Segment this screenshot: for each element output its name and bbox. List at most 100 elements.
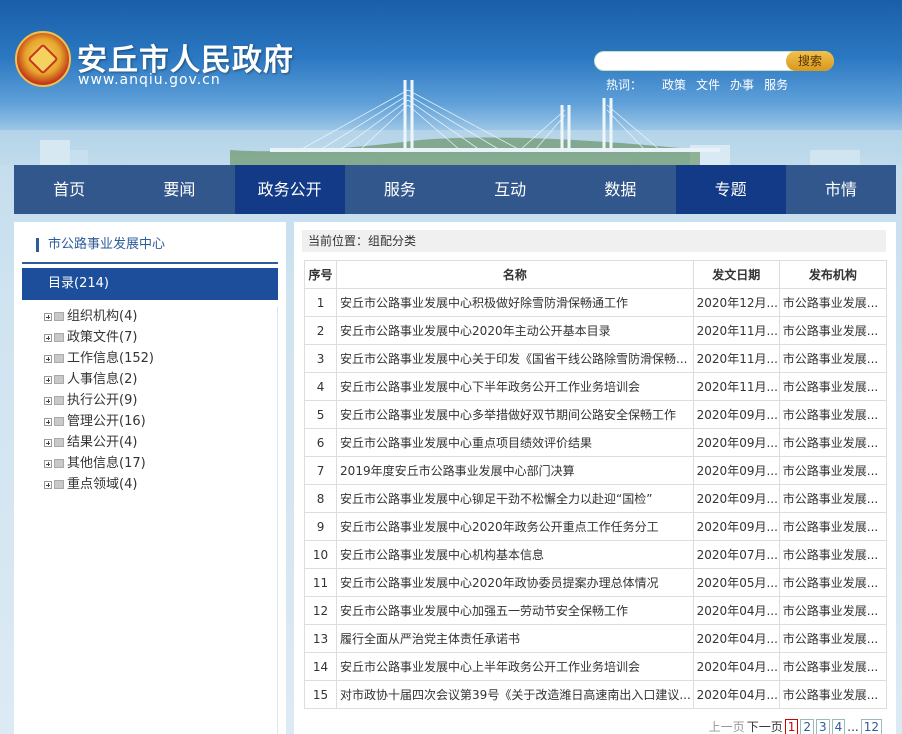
row-title-link[interactable]: 安丘市公路事业发展中心下半年政务公开工作业务培训会	[336, 372, 694, 401]
national-emblem-icon	[15, 31, 71, 87]
row-title-link[interactable]: 对市政协十届四次会议第39号《关于改造潍日高速南出入口建议...	[336, 680, 694, 709]
row-title-link[interactable]: 安丘市公路事业发展中心上半年政务公开工作业务培训会	[336, 652, 694, 681]
row-title-link[interactable]: 履行全面从严治党主体责任承诺书	[336, 624, 694, 653]
pagination: 上一页 下一页 1 2 3 4 ... 12	[707, 718, 882, 734]
nav-item-home[interactable]: 首页	[14, 165, 124, 214]
page-link[interactable]: 3	[815, 718, 830, 734]
row-org: 市公路事业发展...	[778, 680, 888, 709]
tree-item-label: 管理公开(16)	[67, 414, 146, 429]
row-date: 2020年09月...	[692, 400, 780, 429]
page-link[interactable]: 2	[800, 718, 814, 734]
row-title-link[interactable]: 安丘市公路事业发展中心关于印发《国省干线公路除雪防滑保畅...	[336, 344, 694, 373]
folder-icon	[54, 396, 64, 405]
hotwords: 热词： 政策 文件 办事 服务	[606, 76, 798, 93]
plus-box-icon[interactable]	[44, 396, 52, 405]
plus-box-icon[interactable]	[44, 459, 52, 468]
page-link[interactable]: 4	[831, 718, 846, 734]
search-box: 搜索	[594, 51, 834, 71]
row-title-link[interactable]: 安丘市公路事业发展中心2020年政协委员提案办理总体情况	[336, 568, 694, 597]
page-link-current[interactable]: 1	[784, 718, 799, 734]
table-row: 6 安丘市公路事业发展中心重点项目绩效评价结果 2020年09月... 市公路事业发展…	[303, 428, 888, 457]
row-org: 市公路事业发展...	[778, 596, 888, 625]
row-seq: 7	[303, 456, 338, 485]
plus-box-icon[interactable]	[44, 333, 52, 342]
sidebar-title[interactable]: 市公路事业发展中心	[36, 238, 165, 252]
table-row: 11 安丘市公路事业发展中心2020年政协委员提案办理总体情况 2020年05月..…	[303, 568, 888, 597]
tree-item[interactable]: 结果公开(4)	[44, 432, 154, 453]
table-row: 3 安丘市公路事业发展中心关于印发《国省干线公路除雪防滑保畅... 2020年11月…	[303, 344, 888, 373]
table-header-row: 序号 名称 发文日期 发布机构	[303, 260, 888, 289]
catalog-header[interactable]: 目录(214)	[22, 268, 278, 300]
plus-box-icon[interactable]	[44, 354, 52, 363]
tree-item[interactable]: 管理公开(16)	[44, 411, 154, 432]
row-org: 市公路事业发展...	[778, 652, 888, 681]
tree-item[interactable]: 组织机构(4)	[44, 306, 154, 327]
row-title-link[interactable]: 安丘市公路事业发展中心机构基本信息	[336, 540, 694, 569]
tree-item[interactable]: 人事信息(2)	[44, 369, 154, 390]
nav-item-gov-affairs[interactable]: 政务公开	[234, 165, 345, 214]
row-seq: 6	[303, 428, 338, 457]
hotword-link[interactable]: 服务	[764, 78, 788, 92]
plus-box-icon[interactable]	[44, 417, 52, 426]
folder-icon	[54, 480, 64, 489]
row-org: 市公路事业发展...	[778, 456, 888, 485]
folder-icon	[54, 459, 64, 468]
row-title-link[interactable]: 安丘市公路事业发展中心重点项目绩效评价结果	[336, 428, 694, 457]
tree-item[interactable]: 工作信息(152)	[44, 348, 154, 369]
plus-box-icon[interactable]	[44, 480, 52, 489]
nav-item-service[interactable]: 服务	[345, 165, 455, 214]
plus-box-icon[interactable]	[44, 312, 52, 321]
row-title-link[interactable]: 安丘市公路事业发展中心加强五一劳动节安全保畅工作	[336, 596, 694, 625]
search-button[interactable]: 搜索	[786, 51, 834, 71]
table-row: 5 安丘市公路事业发展中心多举措做好双节期间公路安全保畅工作 2020年09月...…	[303, 400, 888, 429]
nav-item-news[interactable]: 要闻	[124, 165, 234, 214]
tree-item[interactable]: 其他信息(17)	[44, 453, 154, 474]
tree-item-label: 组织机构(4)	[67, 309, 138, 324]
row-org: 市公路事业发展...	[778, 568, 888, 597]
row-date: 2020年04月...	[692, 624, 780, 653]
row-seq: 13	[303, 624, 338, 653]
tree-item-label: 工作信息(152)	[67, 351, 154, 366]
nav-item-topics[interactable]: 专题	[675, 165, 786, 214]
folder-icon	[54, 354, 64, 363]
folder-icon	[54, 438, 64, 447]
nav-item-city-info[interactable]: 市情	[786, 165, 896, 214]
tree-item[interactable]: 重点领域(4)	[44, 474, 154, 495]
row-org: 市公路事业发展...	[778, 344, 888, 373]
tree-item[interactable]: 执行公开(9)	[44, 390, 154, 411]
column-header-seq: 序号	[303, 260, 338, 289]
row-seq: 1	[303, 288, 338, 317]
tree-item[interactable]: 政策文件(7)	[44, 327, 154, 348]
document-table: 序号 名称 发文日期 发布机构 1 安丘市公路事业发展中心积极做好除雪防滑保畅通工…	[303, 260, 888, 709]
row-title-link[interactable]: 安丘市公路事业发展中心积极做好除雪防滑保畅通工作	[336, 288, 694, 317]
search-input[interactable]	[603, 54, 783, 69]
row-date: 2020年04月...	[692, 596, 780, 625]
nav-item-data[interactable]: 数据	[565, 165, 675, 214]
next-page-button[interactable]: 下一页	[747, 718, 783, 734]
folder-icon	[54, 375, 64, 384]
plus-box-icon[interactable]	[44, 438, 52, 447]
hotword-link[interactable]: 政策	[662, 78, 686, 92]
row-date: 2020年12月...	[692, 288, 780, 317]
main-nav: 首页 要闻 政务公开 服务 互动 数据 专题 市情	[14, 165, 896, 214]
row-title-link[interactable]: 安丘市公路事业发展中心多举措做好双节期间公路安全保畅工作	[336, 400, 694, 429]
row-org: 市公路事业发展...	[778, 624, 888, 653]
row-seq: 2	[303, 316, 338, 345]
row-seq: 11	[303, 568, 338, 597]
row-date: 2020年04月...	[692, 652, 780, 681]
site-url: www.anqiu.gov.cn	[78, 72, 221, 88]
row-title-link[interactable]: 安丘市公路事业发展中心铆足干劲不松懈全力以赴迎“国检”	[336, 484, 694, 513]
plus-box-icon[interactable]	[44, 375, 52, 384]
row-title-link[interactable]: 2019年度安丘市公路事业发展中心部门决算	[336, 456, 694, 485]
nav-item-interaction[interactable]: 互动	[455, 165, 565, 214]
table-row: 1 安丘市公路事业发展中心积极做好除雪防滑保畅通工作 2020年12月... 市公路事…	[303, 288, 888, 317]
row-title-link[interactable]: 安丘市公路事业发展中心2020年主动公开基本目录	[336, 316, 694, 345]
hotword-link[interactable]: 办事	[730, 78, 754, 92]
tree-item-label: 人事信息(2)	[67, 372, 138, 387]
row-date: 2020年07月...	[692, 540, 780, 569]
table-row: 8 安丘市公路事业发展中心铆足干劲不松懈全力以赴迎“国检” 2020年09月... 市…	[303, 484, 888, 513]
hotword-link[interactable]: 文件	[696, 78, 720, 92]
page-link-last[interactable]: 12	[860, 718, 882, 734]
row-date: 2020年11月...	[692, 344, 780, 373]
row-title-link[interactable]: 安丘市公路事业发展中心2020年政务公开重点工作任务分工	[336, 512, 694, 541]
